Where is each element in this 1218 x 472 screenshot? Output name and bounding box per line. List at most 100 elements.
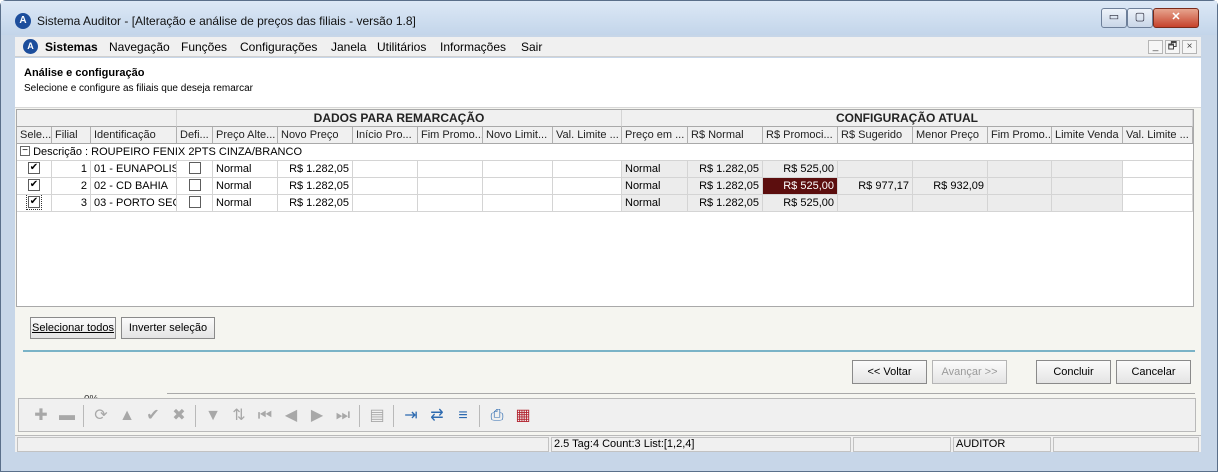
row-1-novo-limite[interactable] — [483, 161, 553, 178]
row-2-inicio-promo[interactable] — [353, 178, 418, 195]
next-button[interactable]: Avançar >> — [932, 360, 1007, 384]
mdi-restore-button[interactable]: 🗗 — [1165, 40, 1180, 54]
sort-icon[interactable]: ⇅ — [229, 406, 249, 426]
col-header-rs-normal[interactable]: R$ Normal — [688, 127, 763, 144]
row-3-definir-cell[interactable] — [177, 195, 213, 212]
back-button[interactable]: << Voltar — [852, 360, 927, 384]
system-menu-icon[interactable]: A — [23, 39, 38, 54]
col-header-selecionar[interactable]: Sele... — [17, 127, 52, 144]
branches-grid[interactable]: DADOS PARA REMARCAÇÃO CONFIGURAÇÃO ATUAL… — [16, 109, 1194, 307]
col-header-preco-alterado[interactable]: Preço Alte... — [213, 127, 278, 144]
calendar-icon[interactable]: ▦ — [513, 406, 533, 426]
col-header-fim-promo[interactable]: Fim Promo... — [418, 127, 483, 144]
col-header-rs-promocional[interactable]: R$ Promoci... — [763, 127, 838, 144]
row-1-rs-sugerido — [838, 161, 913, 178]
row-3-preco-alterado[interactable]: Normal — [213, 195, 278, 212]
next-icon[interactable]: ▶ — [307, 406, 327, 426]
row-2-definir-checkbox[interactable] — [188, 179, 201, 192]
document-icon[interactable]: ▤ — [367, 406, 387, 426]
menu-sair[interactable]: Sair — [521, 40, 542, 54]
menu-sistemas[interactable]: Sistemas — [45, 40, 98, 54]
report-icon[interactable]: ≡ — [453, 406, 473, 426]
confirm-icon[interactable]: ✔ — [143, 406, 163, 426]
row-1-select-checkbox[interactable]: ✔ — [28, 162, 40, 175]
row-3-identificacao: 03 - PORTO SEGURO — [91, 195, 177, 212]
menu-configuracoes[interactable]: Configurações — [240, 40, 317, 54]
row-2-rs-promocional-highlighted[interactable]: R$ 525,00 — [763, 178, 838, 195]
col-header-val-limite[interactable]: Val. Limite ... — [553, 127, 622, 144]
remove-icon[interactable]: ▬ — [57, 406, 77, 426]
col-header-identificacao[interactable]: Identificação — [91, 127, 177, 144]
maximize-button[interactable]: ▢ — [1127, 8, 1153, 28]
col-header-fim-promo-atual[interactable]: Fim Promo... — [988, 127, 1052, 144]
row-1-inicio-promo[interactable] — [353, 161, 418, 178]
invert-selection-label: Inverter seleção — [128, 322, 208, 334]
add-icon[interactable]: ✚ — [31, 406, 51, 426]
separator-line — [23, 350, 1195, 352]
progress-bar — [167, 393, 1195, 394]
last-icon[interactable]: ⏭ — [333, 406, 353, 426]
select-all-button[interactable]: Selecionar todos — [30, 317, 116, 339]
import-icon[interactable]: ⇥ — [401, 406, 421, 426]
col-header-inicio-promo[interactable]: Início Pro... — [353, 127, 418, 144]
row-1-fim-promo-atual — [988, 161, 1052, 178]
row-2-fim-promo[interactable] — [418, 178, 483, 195]
col-header-menor-preco[interactable]: Menor Preço — [913, 127, 988, 144]
row-1-select-cell[interactable]: ✔ — [17, 161, 52, 178]
cancel-icon[interactable]: ✖ — [169, 406, 189, 426]
row-3-novo-preco[interactable]: R$ 1.282,05 — [278, 195, 353, 212]
row-3-definir-checkbox[interactable] — [188, 196, 201, 209]
mdi-minimize-button[interactable]: _ — [1148, 40, 1163, 54]
row-3-novo-limite[interactable] — [483, 195, 553, 212]
col-header-preco-em[interactable]: Preço em ... — [622, 127, 688, 144]
row-2-definir-cell[interactable] — [177, 178, 213, 195]
col-header-novo-preco[interactable]: Novo Preço — [278, 127, 353, 144]
col-header-filial[interactable]: Filial — [52, 127, 91, 144]
menu-informacoes[interactable]: Informações — [440, 40, 506, 54]
col-header-limite-venda[interactable]: Limite Venda — [1052, 127, 1123, 144]
row-2-select-cell[interactable]: ✔ — [17, 178, 52, 195]
prev-icon[interactable]: ◀ — [281, 406, 301, 426]
title-bar[interactable]: A Sistema Auditor - [Alteração e análise… — [1, 1, 1217, 35]
menu-navegacao[interactable]: Navegação — [109, 40, 170, 54]
up-icon[interactable]: ▲ — [117, 406, 137, 426]
col-header-rs-sugerido[interactable]: R$ Sugerido — [838, 127, 913, 144]
print-icon[interactable]: ⎙ — [487, 406, 507, 426]
mdi-close-button[interactable]: × — [1182, 40, 1197, 54]
collapse-toggle-icon[interactable]: − — [20, 146, 30, 157]
cancel-button[interactable]: Cancelar — [1116, 360, 1191, 384]
export-icon[interactable]: ⇄ — [427, 406, 447, 426]
row-2-preco-alterado[interactable]: Normal — [213, 178, 278, 195]
first-icon[interactable]: ⏮ — [255, 406, 275, 426]
col-header-val-limite-atual[interactable]: Val. Limite ... — [1123, 127, 1193, 144]
col-header-novo-limite[interactable]: Novo Limit... — [483, 127, 553, 144]
row-2-select-checkbox[interactable]: ✔ — [28, 179, 40, 192]
menu-funcoes[interactable]: Funções — [181, 40, 227, 54]
close-button[interactable]: ✕ — [1153, 8, 1199, 28]
refresh-icon[interactable]: ⟳ — [91, 406, 111, 426]
finish-button[interactable]: Concluir — [1036, 360, 1111, 384]
row-3-inicio-promo[interactable] — [353, 195, 418, 212]
group-by-row[interactable]: − Descrição : ROUPEIRO FENIX 2PTS CINZA/… — [17, 144, 1193, 161]
minimize-button[interactable]: ▭ — [1101, 8, 1127, 28]
row-1-definir-cell[interactable] — [177, 161, 213, 178]
row-3-val-limite[interactable] — [553, 195, 622, 212]
row-3-limite-venda — [1052, 195, 1123, 212]
row-2-novo-limite[interactable] — [483, 178, 553, 195]
row-1-preco-alterado[interactable]: Normal — [213, 161, 278, 178]
invert-selection-button[interactable]: Inverter seleção — [121, 317, 215, 339]
row-2-novo-preco[interactable]: R$ 1.282,05 — [278, 178, 353, 195]
group-header-atual: CONFIGURAÇÃO ATUAL — [622, 110, 1193, 127]
menu-utilitarios[interactable]: Utilitários — [377, 40, 426, 54]
row-3-select-checkbox[interactable]: ✔ — [26, 195, 42, 211]
menu-janela[interactable]: Janela — [331, 40, 366, 54]
col-header-definir[interactable]: Defi... — [177, 127, 213, 144]
row-1-definir-checkbox[interactable] — [188, 162, 201, 175]
filter-icon[interactable]: ▼ — [203, 406, 223, 426]
row-1-fim-promo[interactable] — [418, 161, 483, 178]
row-2-val-limite[interactable] — [553, 178, 622, 195]
row-1-novo-preco[interactable]: R$ 1.282,05 — [278, 161, 353, 178]
row-1-val-limite[interactable] — [553, 161, 622, 178]
row-3-select-cell[interactable]: ✔ — [17, 195, 52, 212]
row-3-fim-promo[interactable] — [418, 195, 483, 212]
